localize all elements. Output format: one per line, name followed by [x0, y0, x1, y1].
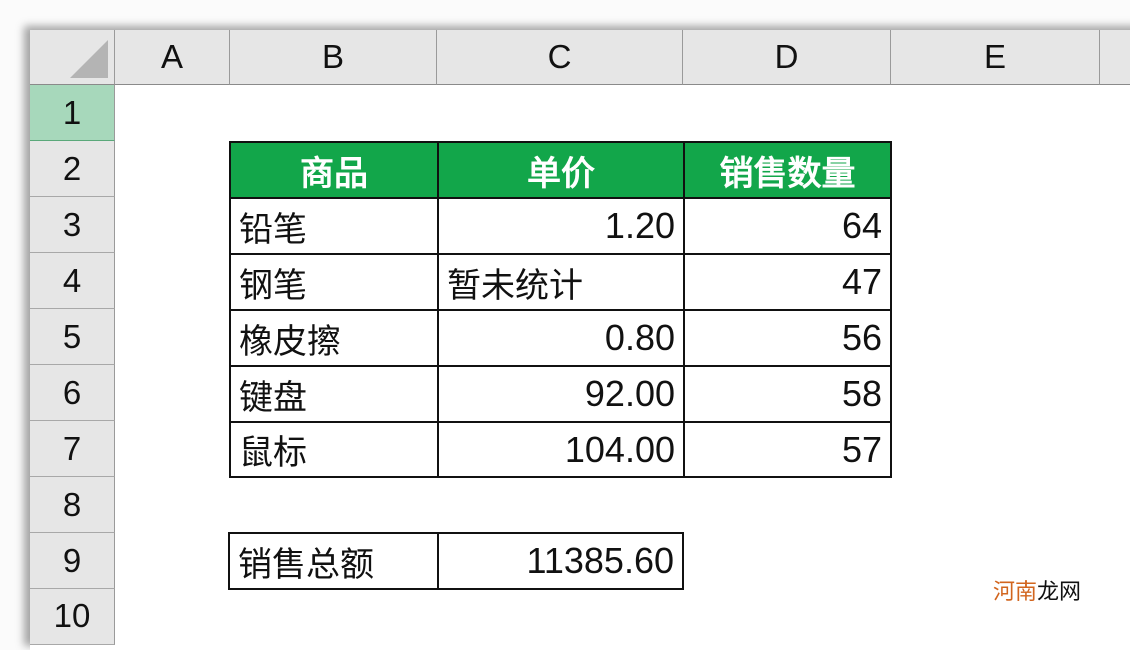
- cell-d3[interactable]: 64: [683, 197, 892, 255]
- cell-b5[interactable]: 橡皮擦: [229, 309, 439, 367]
- cell-c5[interactable]: 0.80: [437, 309, 685, 367]
- row-header-2[interactable]: 2: [30, 141, 115, 197]
- row-header-9[interactable]: 9: [30, 533, 115, 589]
- row-header-7[interactable]: 7: [30, 421, 115, 477]
- column-header-a[interactable]: A: [115, 30, 230, 85]
- cell-d5[interactable]: 56: [683, 309, 892, 367]
- cell-c7[interactable]: 104.00: [437, 421, 685, 478]
- row-header-8[interactable]: 8: [30, 477, 115, 533]
- column-header-c[interactable]: C: [437, 30, 683, 85]
- select-all-button[interactable]: [30, 30, 115, 85]
- header-cell-quantity[interactable]: 销售数量: [683, 141, 892, 199]
- cell-d6[interactable]: 58: [683, 365, 892, 423]
- select-all-triangle-icon: [70, 40, 108, 78]
- cell-c3[interactable]: 1.20: [437, 197, 685, 255]
- cell-c6[interactable]: 92.00: [437, 365, 685, 423]
- cell-d7[interactable]: 57: [683, 421, 892, 478]
- cell-b6[interactable]: 键盘: [229, 365, 439, 423]
- row-header-1[interactable]: 1: [30, 85, 115, 141]
- watermark-part2: 龙网: [1037, 580, 1082, 605]
- watermark: 河南龙网: [993, 574, 1081, 606]
- column-header-b[interactable]: B: [230, 30, 437, 85]
- row-header-5[interactable]: 5: [30, 309, 115, 365]
- cell-b4[interactable]: 钢笔: [229, 253, 439, 311]
- column-header-f-partial[interactable]: [1100, 30, 1130, 85]
- cell-c9-total-value[interactable]: 11385.60: [437, 532, 684, 590]
- row-header-6[interactable]: 6: [30, 365, 115, 421]
- row-header-10[interactable]: 10: [30, 589, 115, 645]
- row-header-3[interactable]: 3: [30, 197, 115, 253]
- header-cell-price[interactable]: 单价: [437, 141, 685, 199]
- cell-b9-total-label[interactable]: 销售总额: [228, 532, 439, 590]
- cell-b3[interactable]: 铅笔: [229, 197, 439, 255]
- column-header-e[interactable]: E: [891, 30, 1100, 85]
- watermark-part1: 河南: [993, 580, 1038, 605]
- column-header-d[interactable]: D: [683, 30, 891, 85]
- cell-d4[interactable]: 47: [683, 253, 892, 311]
- row-header-4[interactable]: 4: [30, 253, 115, 309]
- cell-c4[interactable]: 暂未统计: [437, 253, 685, 311]
- header-cell-item[interactable]: 商品: [229, 141, 439, 199]
- cell-b7[interactable]: 鼠标: [229, 421, 439, 478]
